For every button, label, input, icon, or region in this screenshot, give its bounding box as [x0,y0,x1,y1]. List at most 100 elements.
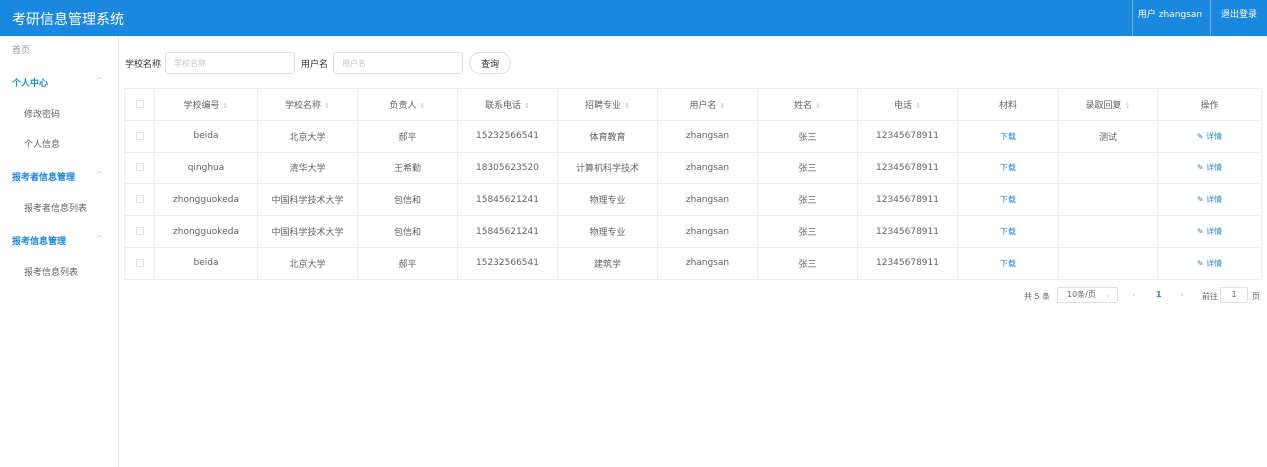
sidebar-group-applicant-management[interactable]: 报考者信息管理 [12,170,75,183]
download-link[interactable]: 下载 [1000,227,1016,236]
download-link[interactable]: 下载 [1000,163,1016,172]
actions-cell: ✎ 详情 [1157,151,1262,185]
table-row[interactable]: zhongguokeda 中国科学技术大学 包信和 15845621241 物理专业 zh… [124,183,1262,217]
row-select-cell [124,119,155,153]
sort-icon[interactable]: ⇕ [524,102,530,110]
phone-cell: 12345678911 [857,151,958,185]
sidebar-item-applicant-list[interactable]: 报考者信息列表 [24,201,87,214]
column-header-contact-phone[interactable]: 联系电话 ⇕ [457,88,558,121]
admission-reply-cell [1058,246,1158,280]
row-checkbox[interactable] [135,227,144,236]
table-row[interactable]: beida 北京大学 郝平 15232566541 体育教育 zhangsan 张三 1234… [124,119,1262,153]
sort-icon[interactable]: ⇕ [324,102,330,110]
chevron-up-icon[interactable]: ^ [96,170,103,179]
current-user[interactable]: 用户 zhangsan [1132,0,1207,36]
school-id-cell: zhongguokeda [154,215,258,248]
name-cell: 张三 [757,151,858,185]
name-cell: 张三 [757,183,858,217]
column-header-name[interactable]: 姓名 ⇕ [757,88,858,121]
school-name-cell: 中国科学技术大学 [257,215,358,248]
column-header-admission-reply[interactable]: 录取回复 ⇕ [1058,88,1158,121]
username-input[interactable] [333,52,463,74]
sort-icon[interactable]: ⇕ [420,102,426,110]
manager-cell: 郝平 [357,246,458,280]
name-cell: 张三 [757,119,858,153]
detail-button[interactable]: ✎ 详情 [1197,259,1222,268]
contact-phone-cell: 18305623520 [457,151,558,185]
chevron-up-icon[interactable]: ^ [96,76,103,85]
column-header-actions: 操作 [1157,88,1262,121]
page-size-select[interactable]: 10条/页 ⌄ [1057,287,1118,303]
school-name-cell: 清华大学 [257,151,358,185]
username-cell: zhangsan [657,246,758,280]
row-select-cell [124,151,155,185]
sort-icon[interactable]: ⇕ [223,102,229,110]
sort-icon[interactable]: ⇕ [815,102,821,110]
school-name-cell: 中国科学技术大学 [257,183,358,217]
download-link[interactable]: 下载 [1000,132,1016,141]
actions-cell: ✎ 详情 [1157,183,1262,217]
sidebar-group-application-management[interactable]: 报考信息管理 [12,234,66,247]
next-page-icon[interactable]: › [1180,290,1183,306]
materials-cell: 下载 [957,215,1059,248]
row-checkbox[interactable] [135,258,144,267]
school-name-input[interactable] [165,52,295,74]
sort-icon[interactable]: ⇕ [915,102,921,110]
page-number-current[interactable]: 1 [1156,290,1162,306]
download-link[interactable]: 下载 [1000,259,1016,268]
row-select-cell [124,215,155,248]
edit-icon: ✎ [1196,195,1207,205]
contact-phone-cell: 15845621241 [457,183,558,217]
column-header-school-name[interactable]: 学校名称 ⇕ [257,88,358,121]
sidebar-item-change-password[interactable]: 修改密码 [24,107,60,120]
actions-cell: ✎ 详情 [1157,246,1262,280]
detail-label: 详情 [1206,131,1223,141]
username-cell: zhangsan [657,215,758,248]
column-header-username[interactable]: 用户名 ⇕ [657,88,758,121]
page-suffix: 页 [1252,292,1260,301]
row-checkbox[interactable] [135,163,144,172]
column-header-school-id[interactable]: 学校编号 ⇕ [154,88,258,121]
table-row[interactable]: qinghua 清华大学 王希勤 18305623520 计算机科学技术 zhangsan… [124,151,1262,185]
name-cell: 张三 [757,246,858,280]
prev-page-icon[interactable]: ‹ [1132,290,1135,306]
sort-icon[interactable]: ⇕ [1125,102,1131,110]
major-cell: 体育教育 [557,119,658,153]
detail-button[interactable]: ✎ 详情 [1197,195,1222,204]
column-header-major[interactable]: 招聘专业 ⇕ [557,88,658,121]
download-link[interactable]: 下载 [1000,195,1016,204]
school-id-cell: qinghua [154,151,258,185]
column-header-phone[interactable]: 电话 ⇕ [857,88,958,121]
detail-button[interactable]: ✎ 详情 [1197,132,1222,141]
table-row[interactable]: zhongguokeda 中国科学技术大学 包信和 15845621241 物理专业 zh… [124,215,1262,248]
admission-reply-cell: 测试 [1058,119,1158,153]
sidebar-item-application-list[interactable]: 报考信息列表 [24,265,78,278]
actions-cell: ✎ 详情 [1157,119,1262,153]
detail-label: 详情 [1206,195,1223,205]
detail-button[interactable]: ✎ 详情 [1197,163,1222,172]
sort-icon[interactable]: ⇕ [624,102,630,110]
goto-page-input[interactable]: 1 [1220,287,1248,303]
actions-cell: ✎ 详情 [1157,215,1262,248]
row-checkbox[interactable] [135,195,144,204]
phone-cell: 12345678911 [857,119,958,153]
column-header-manager[interactable]: 负责人 ⇕ [357,88,458,121]
chevron-up-icon[interactable]: ^ [96,234,103,243]
query-button[interactable]: 查询 [469,52,511,74]
logout-button[interactable]: 退出登录 [1210,0,1267,36]
sidebar-item-home[interactable]: 首页 [12,43,30,56]
phone-cell: 12345678911 [857,183,958,217]
sort-icon[interactable]: ⇕ [720,102,726,110]
edit-icon: ✎ [1196,227,1207,237]
goto-label: 前往 [1202,292,1218,301]
sidebar-item-personal-info[interactable]: 个人信息 [24,137,60,150]
phone-cell: 12345678911 [857,215,958,248]
table-row[interactable]: beida 北京大学 郝平 15232566541 建筑学 zhangsan 张三 12345… [124,246,1262,280]
select-all-checkbox[interactable] [135,99,144,108]
detail-button[interactable]: ✎ 详情 [1197,227,1222,236]
row-checkbox[interactable] [135,131,144,140]
sidebar-group-personal-center[interactable]: 个人中心 [12,76,48,89]
edit-icon: ✎ [1196,258,1207,268]
table-header-row: 学校编号 ⇕ 学校名称 ⇕ 负责人 ⇕ 联系电话 ⇕ 招聘专业 ⇕ 用户名 ⇕ 姓名 ⇕ 电话… [124,88,1262,121]
username-cell: zhangsan [657,151,758,185]
